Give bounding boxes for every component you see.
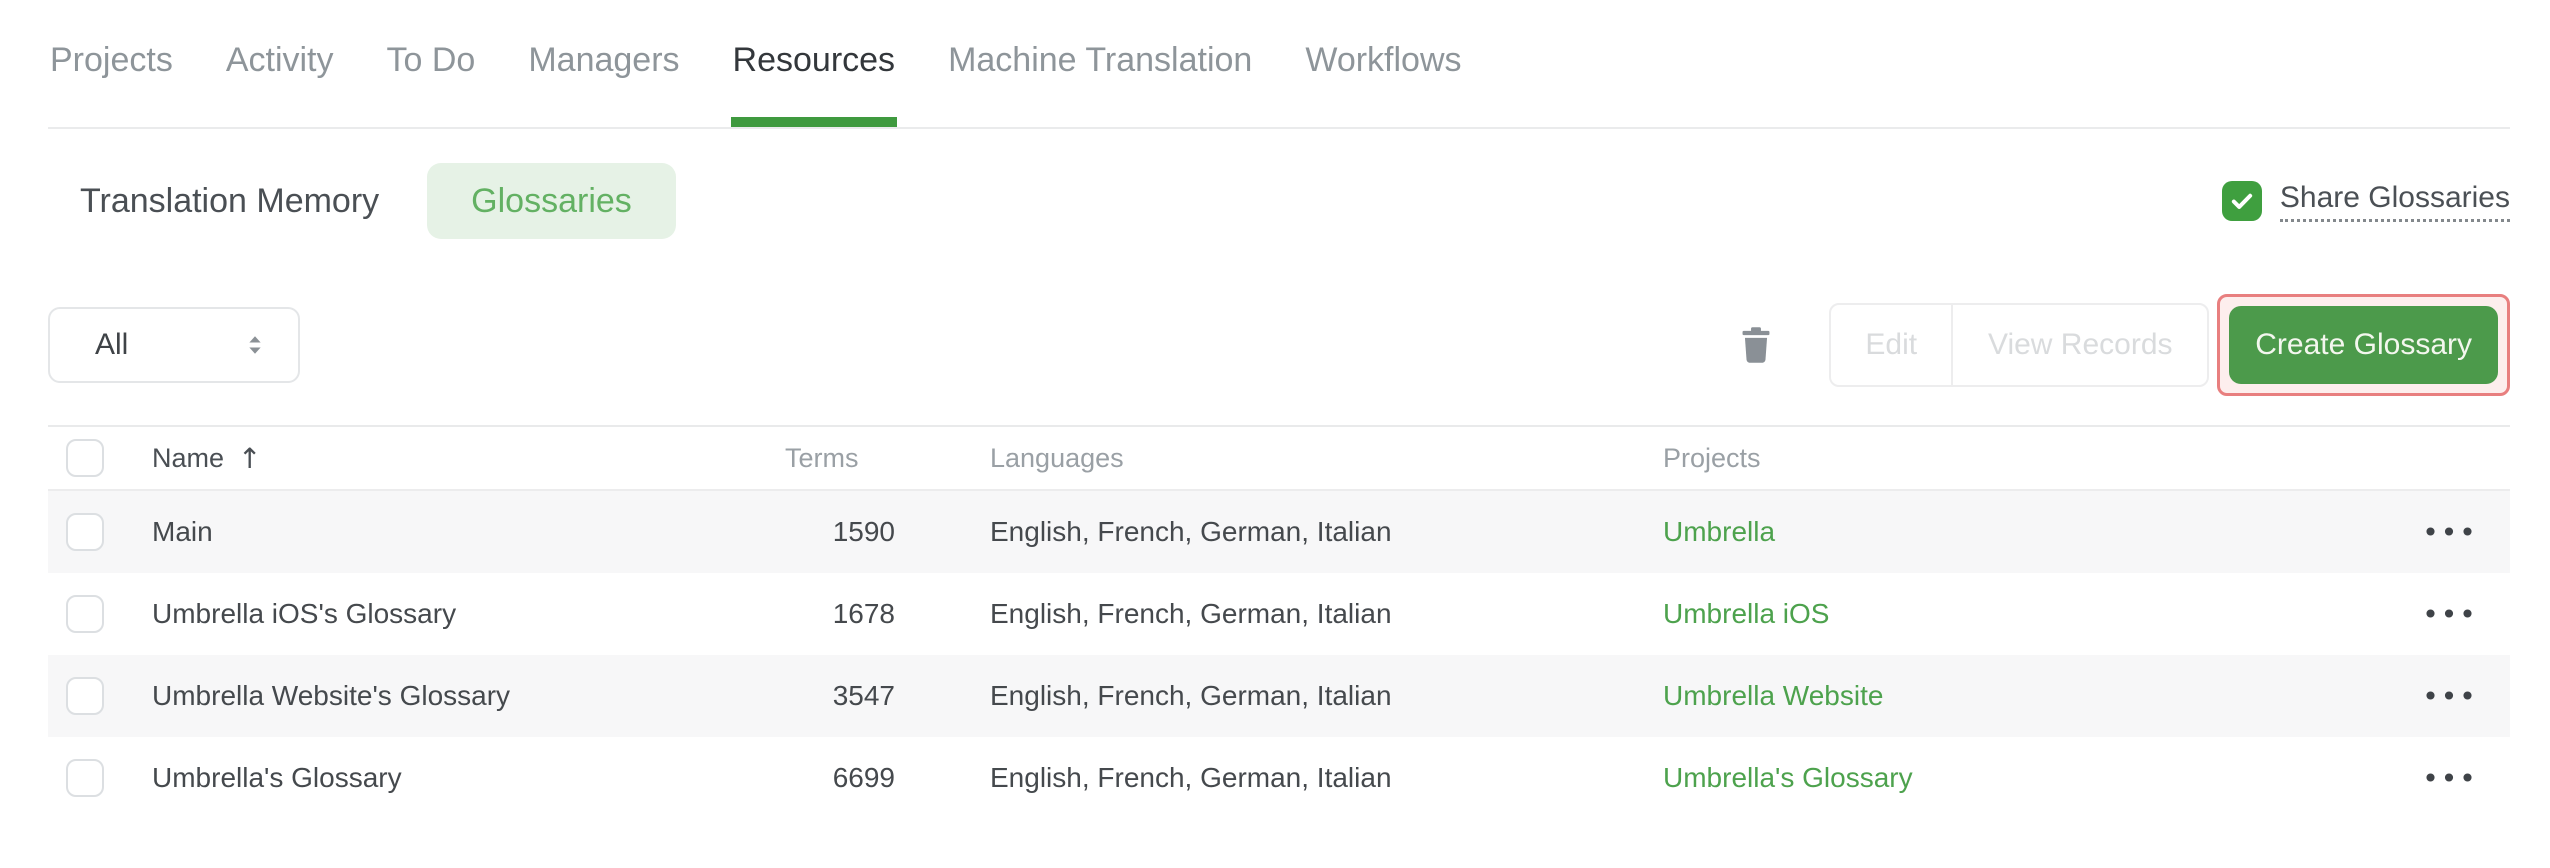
selection-actions-group: Edit View Records [1829,303,2210,387]
ellipsis-menu-icon[interactable]: ••• [2422,516,2478,549]
tab-glossaries[interactable]: Glossaries [427,163,676,239]
main-nav: Projects Activity To Do Managers Resourc… [48,0,2510,129]
project-link[interactable]: Umbrella Website [1663,680,1883,711]
nav-tab-activity[interactable]: Activity [224,0,336,127]
view-records-button[interactable]: View Records [1951,305,2207,385]
toolbar-actions: Edit View Records Create Glossary [1738,294,2510,396]
project-link[interactable]: Umbrella's Glossary [1663,762,1913,793]
column-header-terms[interactable]: Terms [785,443,895,474]
create-glossary-button[interactable]: Create Glossary [2229,306,2498,384]
glossary-name: Umbrella iOS's Glossary [152,598,457,629]
page: Projects Activity To Do Managers Resourc… [0,0,2550,819]
glossary-languages: English, French, German, Italian [990,598,1392,629]
table-row: Umbrella iOS's Glossary 1678 English, Fr… [48,573,2510,655]
ellipsis-menu-icon[interactable]: ••• [2422,762,2478,795]
glossary-terms-count: 6699 [832,762,895,793]
delete-glossary-button[interactable] [1738,324,1774,366]
resources-subnav: Translation Memory Glossaries Share Glos… [48,163,2510,239]
row-checkbox[interactable] [66,595,104,633]
glossary-name: Umbrella's Glossary [152,762,402,793]
tab-translation-memory[interactable]: Translation Memory [48,163,411,239]
row-checkbox[interactable] [66,513,104,551]
nav-tab-projects[interactable]: Projects [48,0,175,127]
project-link[interactable]: Umbrella iOS [1663,598,1829,629]
glossary-languages: English, French, German, Italian [990,680,1392,711]
nav-tab-workflows[interactable]: Workflows [1303,0,1463,127]
glossary-languages: English, French, German, Italian [990,516,1392,547]
share-glossaries-checkbox[interactable] [2221,181,2262,221]
trash-icon [1742,327,1770,363]
glossary-terms-count: 1590 [832,516,895,547]
create-glossary-highlight-annotation: Create Glossary [2217,294,2510,396]
edit-button[interactable]: Edit [1831,305,1951,385]
project-link[interactable]: Umbrella [1663,516,1775,547]
nav-tab-machine-translation[interactable]: Machine Translation [946,0,1254,127]
filter-selected-value: All [95,328,129,361]
glossary-terms-count: 3547 [832,680,895,711]
column-header-languages[interactable]: Languages [895,443,1663,474]
row-checkbox[interactable] [66,677,104,715]
table-row: Main 1590 English, French, German, Itali… [48,491,2510,573]
share-glossaries-label: Share Glossaries [2279,181,2510,222]
table-row: Umbrella's Glossary 6699 English, French… [48,737,2510,819]
column-header-name[interactable]: Name ↑ [152,442,785,475]
glossary-name: Umbrella Website's Glossary [152,680,511,711]
glossary-terms-count: 1678 [832,598,895,629]
row-checkbox[interactable] [66,759,104,797]
glossary-languages: English, French, German, Italian [990,762,1392,793]
header-checkbox-cell [48,439,152,477]
nav-tab-managers[interactable]: Managers [526,0,681,127]
select-all-checkbox[interactable] [66,439,104,477]
up-down-caret-icon [240,330,270,360]
glossaries-toolbar: All Edit View Records Create Glossary [48,293,2510,397]
glossary-name: Main [152,516,213,547]
table-row: Umbrella Website's Glossary 3547 English… [48,655,2510,737]
share-glossaries-toggle[interactable]: Share Glossaries [2221,181,2510,222]
nav-tab-resources[interactable]: Resources [730,0,898,127]
ellipsis-menu-icon[interactable]: ••• [2422,680,2478,713]
glossary-filter-select[interactable]: All [48,307,300,383]
column-header-projects[interactable]: Projects [1663,443,2390,474]
table-header-row: Name ↑ Terms Languages Projects [48,427,2510,491]
nav-tab-todo[interactable]: To Do [385,0,478,127]
arrow-up-icon: ↑ [238,441,262,475]
checkmark-icon [2231,193,2253,209]
glossaries-table: Name ↑ Terms Languages Projects Main 159… [48,425,2510,819]
ellipsis-menu-icon[interactable]: ••• [2422,598,2478,631]
